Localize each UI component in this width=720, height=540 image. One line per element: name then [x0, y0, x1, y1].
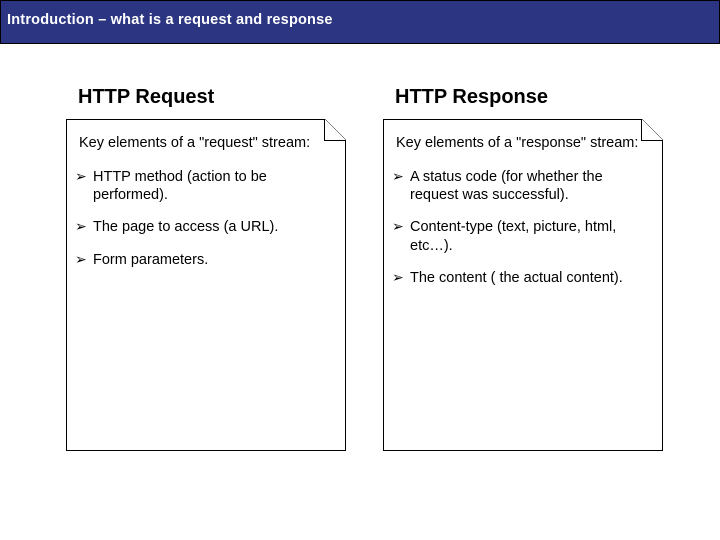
request-intro: Key elements of a "request" stream:	[75, 134, 335, 152]
left-column: HTTP Request Key elements of a "request"…	[66, 86, 349, 451]
response-note-card: Key elements of a "response" stream: A s…	[383, 119, 663, 451]
request-bullet-list: HTTP method (action to be performed). Th…	[75, 168, 335, 269]
left-column-title: HTTP Request	[78, 86, 349, 109]
list-item: A status code (for whether the request w…	[392, 168, 652, 204]
slide-title: Introduction – what is a request and res…	[7, 12, 333, 28]
request-note-card: Key elements of a "request" stream: HTTP…	[66, 119, 346, 451]
slide-title-bar: Introduction – what is a request and res…	[0, 0, 720, 44]
right-column-title: HTTP Response	[395, 86, 666, 109]
list-item: Content-type (text, picture, html, etc…)…	[392, 218, 652, 254]
response-intro: Key elements of a "response" stream:	[392, 134, 652, 152]
list-item: Form parameters.	[75, 251, 335, 269]
list-item: The page to access (a URL).	[75, 218, 335, 236]
content-columns: HTTP Request Key elements of a "request"…	[0, 44, 720, 451]
right-column: HTTP Response Key elements of a "respons…	[383, 86, 666, 451]
list-item: HTTP method (action to be performed).	[75, 168, 335, 204]
list-item: The content ( the actual content).	[392, 269, 652, 287]
response-bullet-list: A status code (for whether the request w…	[392, 168, 652, 287]
